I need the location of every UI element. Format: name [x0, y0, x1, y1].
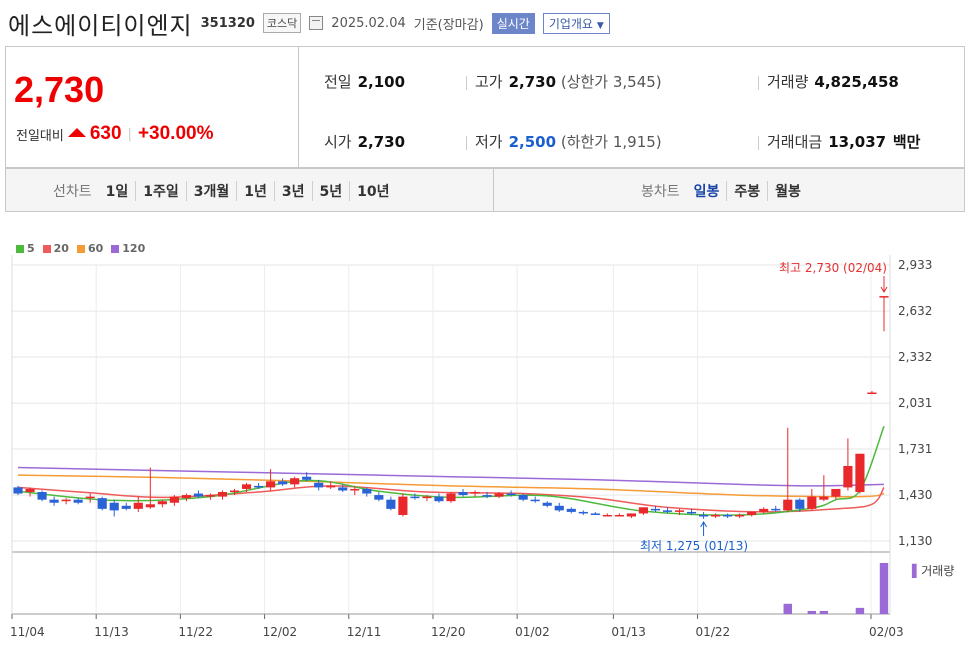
candle-body	[795, 499, 805, 509]
candle-body	[674, 510, 685, 512]
candle-body	[374, 495, 384, 500]
candle-body	[747, 511, 757, 515]
candle-body	[326, 485, 336, 488]
candle-body	[434, 496, 444, 502]
candle-body	[49, 499, 59, 503]
candle-body	[85, 496, 95, 499]
y-tick-label: 2,632	[898, 304, 932, 318]
candle-body	[410, 496, 420, 499]
candle-body	[241, 484, 252, 489]
candle-body	[771, 508, 781, 511]
x-tick-label: 01/22	[696, 625, 731, 639]
candle-body	[73, 499, 83, 503]
y-tick-label: 2,332	[898, 350, 932, 364]
candle-body	[314, 482, 324, 488]
x-tick-label: 12/11	[347, 625, 382, 639]
candle-body	[590, 513, 600, 515]
x-tick-label: 11/04	[10, 625, 45, 639]
candle-body	[398, 496, 408, 515]
candle-body	[278, 481, 288, 485]
candle-body	[157, 501, 167, 505]
candle-body	[506, 493, 516, 496]
candle-body	[97, 498, 107, 509]
candle-body	[650, 508, 661, 511]
candle-body	[482, 495, 492, 497]
candle-body	[290, 478, 300, 485]
volume-legend: ▌거래량	[911, 563, 954, 578]
candle-body	[145, 504, 155, 508]
candle-body	[638, 507, 649, 514]
candle-body	[783, 499, 793, 511]
candle-body	[686, 511, 697, 514]
candle-body	[193, 493, 203, 497]
candle-body	[662, 510, 673, 512]
x-tick-label: 01/13	[611, 625, 646, 639]
volume-bar	[855, 607, 865, 614]
candle-body	[446, 493, 456, 502]
candle-body	[699, 514, 709, 517]
candle-body	[831, 488, 841, 497]
candle-body	[109, 502, 119, 511]
y-tick-label: 1,731	[898, 442, 932, 456]
candle-body	[819, 496, 829, 500]
candle-body	[494, 493, 504, 497]
candle-body	[626, 513, 636, 517]
candle-body	[338, 487, 348, 491]
candle-body	[470, 492, 480, 494]
candle-body	[386, 499, 396, 509]
candle-body	[13, 487, 23, 494]
candle-body	[61, 499, 71, 502]
candle-body	[723, 514, 733, 517]
candle-body	[25, 488, 35, 493]
candle-body	[578, 511, 588, 514]
x-tick-label: 11/13	[94, 625, 129, 639]
max-annotation: 최고 2,730 (02/04)	[779, 261, 887, 275]
min-annotation: 최저 1,275 (01/13)	[640, 539, 748, 553]
candle-body	[530, 499, 540, 502]
x-tick-label: 12/02	[263, 625, 298, 639]
candle-body	[566, 508, 576, 512]
candle-body	[735, 514, 745, 517]
candle-body	[458, 492, 468, 496]
x-tick-label: 11/22	[178, 625, 213, 639]
candle-body	[229, 490, 240, 493]
candle-body	[542, 502, 552, 506]
candle-body	[350, 488, 360, 491]
x-tick-label: 12/20	[431, 625, 466, 639]
y-tick-label: 2,933	[898, 258, 932, 272]
candle-body	[554, 505, 564, 511]
candle-body	[169, 496, 179, 503]
candle-body	[302, 476, 312, 480]
volume-bar	[819, 610, 829, 614]
candle-body	[205, 495, 216, 497]
candle-body	[879, 296, 889, 298]
candle-body	[422, 496, 432, 499]
candle-body	[759, 508, 769, 512]
candle-body	[253, 485, 264, 488]
candle-body	[867, 392, 877, 395]
candle-body	[133, 502, 143, 509]
candle-body	[181, 495, 191, 499]
volume-bar	[879, 563, 889, 614]
candle-body	[843, 465, 853, 488]
candle-body	[121, 505, 131, 509]
candle-body	[807, 496, 817, 509]
x-tick-label: 01/02	[515, 625, 550, 639]
candle-body	[614, 514, 624, 517]
candle-body	[602, 514, 612, 517]
candle-body	[711, 514, 721, 517]
y-tick-label: 1,430	[898, 488, 932, 502]
candle-body	[518, 495, 528, 500]
price-chart[interactable]: 2,933 2,632 2,332 2,031 1,731 1,430 1,130 11/04…	[0, 0, 966, 666]
volume-bar	[783, 603, 792, 614]
candle-body	[362, 488, 372, 494]
candle-body	[855, 453, 865, 493]
x-tick-label: 02/03	[869, 625, 904, 639]
y-tick-label: 1,130	[898, 534, 932, 548]
candle-body	[266, 481, 276, 488]
volume-bar	[807, 610, 817, 614]
candle-body	[217, 492, 228, 497]
y-tick-label: 2,031	[898, 396, 932, 410]
candle-body	[37, 492, 47, 500]
